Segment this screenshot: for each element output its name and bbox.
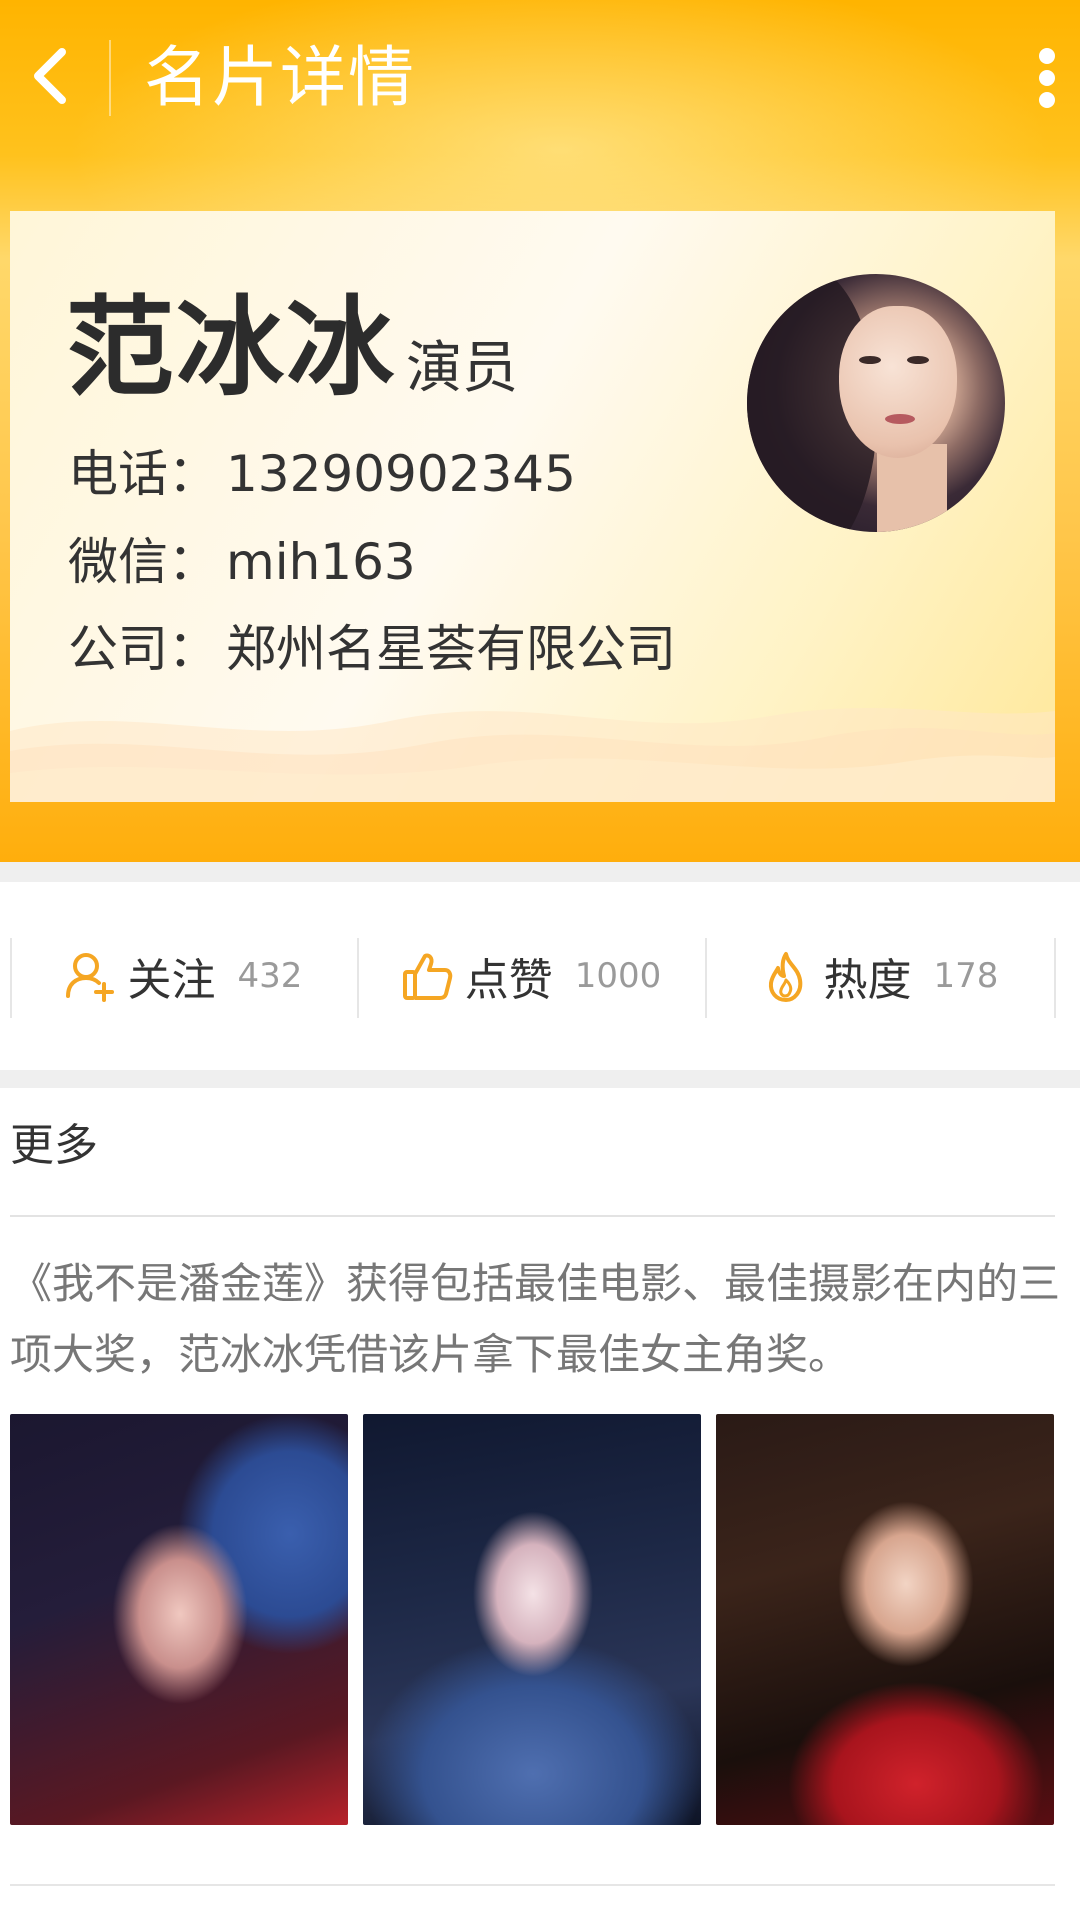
page-title: 名片详情 [144, 39, 416, 116]
topbar-divider [109, 40, 111, 116]
company-label: 公司： [68, 620, 218, 678]
stat-like-label: 点赞 [464, 955, 553, 1006]
business-card: 范冰冰 演员 电话： 13290902345 微信： mih163 公司： 郑州名星荟… [10, 211, 1055, 802]
contact-name: 范冰冰 [66, 286, 397, 411]
thumbs-up-icon [402, 953, 452, 1000]
top-bar: 名片详情 [0, 0, 1080, 160]
gallery-photo[interactable] [10, 1414, 348, 1825]
stat-divider [1054, 938, 1056, 1018]
phone-label: 电话： [68, 445, 218, 503]
wechat-label: 微信： [68, 533, 218, 591]
stat-heat-button[interactable]: 热度 178 [706, 936, 1052, 1016]
company-row: 公司： 郑州名星荟有限公司 [68, 618, 676, 680]
divider [10, 1884, 1055, 1886]
more-menu-button[interactable] [1030, 46, 1066, 110]
stat-follow-label: 关注 [127, 955, 216, 1006]
contact-role: 演员 [406, 336, 518, 401]
wechat-value: mih163 [226, 533, 416, 591]
divider [10, 1215, 1055, 1217]
phone-value: 13290902345 [226, 445, 576, 503]
more-section-title: 更多 [10, 1120, 98, 1171]
stat-like-button[interactable]: 点赞 1000 [358, 936, 704, 1016]
stat-follow-button[interactable]: 关注 432 [10, 936, 356, 1016]
avatar[interactable] [747, 274, 1005, 532]
description-text: 《我不是潘金莲》获得包括最佳电影、最佳摄影在内的三项大奖，范冰冰凭借该片拿下最佳… [10, 1259, 1061, 1379]
stat-heat-count: 178 [933, 956, 999, 996]
stat-like-count: 1000 [574, 956, 662, 996]
gallery-photo[interactable] [363, 1414, 701, 1825]
flame-icon [768, 952, 802, 1002]
section-separator [0, 1070, 1080, 1088]
card-wave-decoration [10, 707, 1055, 802]
phone-row[interactable]: 电话： 13290902345 [68, 443, 576, 505]
follow-user-icon [65, 953, 114, 1002]
wechat-row[interactable]: 微信： mih163 [68, 531, 416, 593]
company-value: 郑州名星荟有限公司 [226, 620, 676, 678]
chevron-left-icon [34, 48, 66, 104]
back-button[interactable] [22, 40, 82, 112]
gallery-photo[interactable] [716, 1414, 1054, 1825]
stat-follow-count: 432 [237, 956, 303, 996]
section-separator [0, 862, 1080, 882]
stat-heat-label: 热度 [823, 955, 912, 1006]
stats-bar: 关注 432 点赞 1000 热度 178 [0, 882, 1080, 1070]
